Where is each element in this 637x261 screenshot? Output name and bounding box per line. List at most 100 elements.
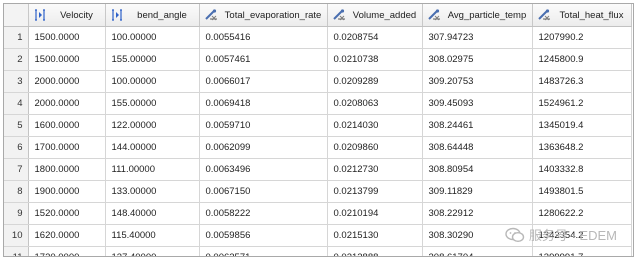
table-cell[interactable]: 309.45093 [422,92,533,115]
table-row[interactable]: 7 1800.0000 111.00000 0.0063496 0.0212730 308… [4,158,632,181]
table-cell[interactable]: 308.80954 [422,158,533,181]
table-cell[interactable]: 1500.0000 [28,48,106,71]
table-cell[interactable]: 0.0209289 [327,70,423,93]
table-cell[interactable]: 309.20753 [422,70,533,93]
row-index-cell[interactable]: 3 [4,70,29,93]
column-header-bend-angle[interactable]: bend_angle [105,4,200,27]
row-index-cell[interactable]: 10 [4,224,29,247]
table-cell[interactable]: 0.0208754 [327,26,423,49]
table-cell[interactable]: 0.0212888 [327,246,423,256]
table-cell[interactable]: 308.02975 [422,48,533,71]
table-row[interactable]: 2 1500.0000 155.00000 0.0057461 0.0210738 308… [4,48,632,71]
row-index-cell[interactable]: 8 [4,180,29,203]
table-cell[interactable]: 0.0067150 [199,180,328,203]
table-cell[interactable]: 0.0210194 [327,202,423,225]
table-cell[interactable]: 0.0057461 [199,48,328,71]
header-row: Velocity bend_angle Total_evaporation_ra… [4,4,632,27]
table-cell[interactable]: 0.0215130 [327,224,423,247]
table-row[interactable]: 4 2000.0000 155.00000 0.0069418 0.0208063 309… [4,92,632,115]
table-cell[interactable]: 0.0209860 [327,136,423,159]
table-cell[interactable]: 308.61704 [422,246,533,256]
table-cell[interactable]: 0.0059856 [199,224,328,247]
table-cell[interactable]: 0.0062099 [199,136,328,159]
row-index-cell[interactable]: 11 [4,246,29,256]
table-cell[interactable]: 115.40000 [105,224,200,247]
table-cell[interactable]: 1280622.2 [532,202,632,225]
table-cell[interactable]: 0.0066017 [199,70,328,93]
table-cell[interactable]: 1363648.2 [532,136,632,159]
table-cell[interactable]: 1520.0000 [28,202,106,225]
table-row[interactable]: 5 1600.0000 122.00000 0.0059710 0.0214030 308… [4,114,632,137]
table-cell[interactable]: 0.0063496 [199,158,328,181]
table-cell[interactable]: 148.40000 [105,202,200,225]
table-row[interactable]: 111720.0000137.400000.00625710.021288830… [4,246,632,256]
table-cell[interactable]: 0.0212730 [327,158,423,181]
table-cell[interactable]: 100.00000 [105,26,200,49]
table-cell[interactable]: 1720.0000 [28,246,106,256]
table-cell[interactable]: 308.30290 [422,224,533,247]
table-row[interactable]: 10 1620.0000 115.40000 0.0059856 0.0215130 30… [4,224,632,247]
corner-cell[interactable] [4,4,29,27]
table-cell[interactable]: 0.0055416 [199,26,328,49]
table-cell[interactable]: 0.0062571 [199,246,328,256]
table-cell[interactable]: 100.00000 [105,70,200,93]
table-cell[interactable]: 1524961.2 [532,92,632,115]
table-cell[interactable]: 308.24461 [422,114,533,137]
table-cell[interactable]: 1800.0000 [28,158,106,181]
table-cell[interactable]: 111.00000 [105,158,200,181]
table-cell[interactable]: 1493801.5 [532,180,632,203]
table-cell[interactable]: 307.94723 [422,26,533,49]
row-index-cell[interactable]: 2 [4,48,29,71]
table-row[interactable]: 3 2000.0000 100.00000 0.0066017 0.0209289 309… [4,70,632,93]
table-cell[interactable]: 155.00000 [105,48,200,71]
table-cell[interactable]: 0.0069418 [199,92,328,115]
table-cell[interactable]: 1500.0000 [28,26,106,49]
table-cell[interactable]: 0.0213799 [327,180,423,203]
table-row[interactable]: 6 1700.0000 144.00000 0.0062099 0.0209860 308… [4,136,632,159]
table-cell[interactable]: 1600.0000 [28,114,106,137]
table-row[interactable]: 1 1500.0000 100.00000 0.0055416 0.0208754 307… [4,26,632,49]
table-cell[interactable]: 1700.0000 [28,136,106,159]
column-header-velocity[interactable]: Velocity [28,4,106,27]
table-cell[interactable]: 1483726.3 [532,70,632,93]
column-header-avg-particle-temp[interactable]: Avg_particle_temp [422,4,533,27]
column-header-label: bend_angle [137,9,187,21]
table-cell[interactable]: 0.0208063 [327,92,423,115]
table-row[interactable]: 8 1900.0000 133.00000 0.0067150 0.0213799 309… [4,180,632,203]
table-row[interactable]: 9 1520.0000 148.40000 0.0058222 0.0210194 308… [4,202,632,225]
table-cell[interactable]: 122.00000 [105,114,200,137]
row-index-cell[interactable]: 1 [4,26,29,49]
table-cell[interactable]: 308.22912 [422,202,533,225]
table-cell[interactable]: 155.00000 [105,92,200,115]
table-cell[interactable]: 0.0059710 [199,114,328,137]
calculator-output-icon [427,9,440,21]
table-cell[interactable]: 1900.0000 [28,180,106,203]
row-index-cell[interactable]: 6 [4,136,29,159]
table-cell[interactable]: 1207990.2 [532,26,632,49]
table-cell[interactable]: 1342354.2 [532,224,632,247]
row-index-cell[interactable]: 9 [4,202,29,225]
table-cell[interactable]: 2000.0000 [28,92,106,115]
table-cell[interactable]: 309.11829 [422,180,533,203]
row-index-cell[interactable]: 4 [4,92,29,115]
table-cell[interactable]: 0.0058222 [199,202,328,225]
table-cell[interactable]: 2000.0000 [28,70,106,93]
column-header-total-evaporation-rate[interactable]: Total_evaporation_rate [199,4,328,27]
table-cell[interactable]: 1620.0000 [28,224,106,247]
table-cell[interactable]: 1403332.8 [532,158,632,181]
table-cell[interactable]: 1399991.7 [532,246,632,256]
table-cell[interactable]: 308.64448 [422,136,533,159]
table-cell[interactable]: 137.40000 [105,246,200,256]
table-cell[interactable]: 144.00000 [105,136,200,159]
column-header-label: Total_evaporation_rate [224,9,322,21]
row-index-cell[interactable]: 5 [4,114,29,137]
table-cell[interactable]: 133.00000 [105,180,200,203]
row-index-cell[interactable]: 7 [4,158,29,181]
range-param-icon [34,9,45,21]
table-cell[interactable]: 1345019.4 [532,114,632,137]
column-header-total-heat-flux[interactable]: Total_heat_flux [532,4,632,27]
table-cell[interactable]: 1245800.9 [532,48,632,71]
table-cell[interactable]: 0.0214030 [327,114,423,137]
table-cell[interactable]: 0.0210738 [327,48,423,71]
column-header-volume-added[interactable]: Volume_added [327,4,423,27]
